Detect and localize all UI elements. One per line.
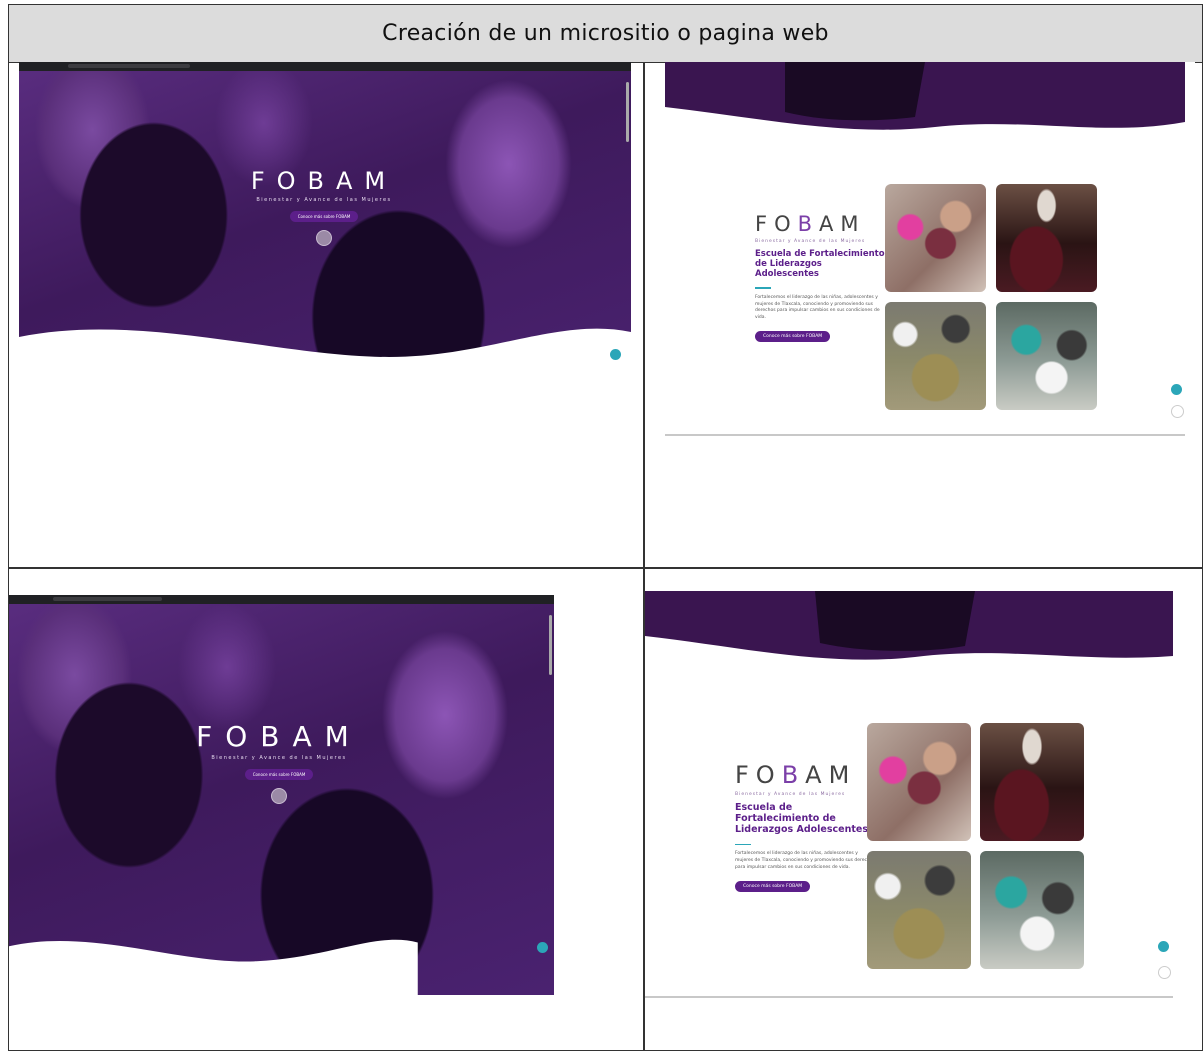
hero-cta-button: Conoce más sobre FOBAM — [289, 211, 359, 222]
header-title: Creación de un micrositio o pagina web — [382, 21, 829, 46]
scroll-down-icon — [271, 788, 287, 804]
hero-cta-button: Conoce más sobre FOBAM — [244, 769, 314, 780]
section-tagline: Bienestar y Avance de las Mujeres — [755, 239, 866, 244]
hero-logo: FOBAM — [250, 167, 398, 195]
gallery-photo-4 — [980, 851, 1084, 969]
gallery-photo-4 — [996, 302, 1097, 410]
browser-toolbar — [9, 595, 554, 604]
gallery-photo-3 — [867, 851, 971, 969]
whatsapp-icon — [537, 942, 548, 953]
whatsapp-icon — [1158, 941, 1169, 952]
scroll-down-icon — [316, 230, 332, 246]
gallery-photo-2 — [996, 184, 1097, 292]
hero-logo-block: FOBAM Bienestar y Avance de las Mujeres … — [219, 167, 429, 246]
section-cta-button: Conoce más sobre FOBAM — [735, 880, 811, 892]
section-paragraph: Fortalecemos el liderazgo de las niñas, … — [755, 294, 880, 321]
gallery-photo-1 — [885, 184, 986, 292]
section-heading: Escuela de Fortalecimiento de Liderazgos… — [735, 802, 868, 835]
accent-bar — [735, 843, 751, 846]
hero-tagline: Bienestar y Avance de las Mujeres — [211, 755, 347, 761]
section-text-block: FOBAM Bienestar y Avance de las Mujeres … — [735, 761, 875, 892]
hero-tagline: Bienestar y Avance de las Mujeres — [256, 197, 392, 203]
wave-divider — [9, 939, 418, 995]
gallery-photo-3 — [885, 302, 986, 410]
browser-toolbar — [19, 62, 631, 71]
whatsapp-icon — [610, 349, 621, 360]
section-heading: Escuela de Fortalecimiento de Liderazgos… — [755, 249, 885, 279]
table-header: Creación de un micrositio o pagina web — [9, 5, 1202, 63]
logo-part-2: B — [781, 761, 806, 789]
logo-part-1: FO — [755, 212, 798, 236]
gallery-photo-2 — [980, 723, 1084, 841]
address-bar — [67, 64, 191, 68]
document-table: Creación de un micrositio o pagina web F… — [8, 4, 1203, 1051]
row-divider — [9, 567, 1202, 569]
section-tagline: Bienestar y Avance de las Mujeres — [735, 792, 846, 797]
section-paragraph: Fortalecemos el liderazgo de las niñas, … — [735, 851, 875, 870]
scroll-top-icon — [1158, 966, 1171, 979]
section-screenshot-bottom-right: FOBAM Bienestar y Avance de las Mujeres … — [645, 591, 1201, 1001]
logo-part-2: B — [797, 212, 820, 236]
hero-screenshot-top-left: FOBAM Bienestar y Avance de las Mujeres … — [19, 62, 631, 402]
footer-rule — [665, 434, 1185, 436]
hero-logo: FOBAM — [196, 720, 362, 753]
wave-divider — [19, 328, 631, 402]
section-logo: FOBAM — [755, 212, 885, 236]
wave-header — [665, 62, 1185, 130]
scrollbar — [626, 82, 629, 142]
accent-bar — [755, 287, 771, 289]
hero-logo-block: FOBAM Bienestar y Avance de las Mujeres … — [179, 720, 379, 804]
whatsapp-icon — [1171, 384, 1182, 395]
gallery-photo-1 — [867, 723, 971, 841]
section-logo: FOBAM — [735, 761, 875, 789]
logo-part-3: AM — [819, 212, 866, 236]
section-screenshot-top-right: FOBAM Bienestar y Avance de las Mujeres … — [665, 62, 1195, 442]
logo-part-3: AM — [805, 761, 857, 789]
address-bar — [52, 597, 162, 601]
scrollbar — [549, 615, 552, 675]
section-text-block: FOBAM Bienestar y Avance de las Mujeres … — [755, 212, 885, 342]
section-cta-button: Conoce más sobre FOBAM — [755, 330, 831, 342]
logo-part-1: FO — [735, 761, 782, 789]
wave-header — [645, 591, 1173, 660]
hero-screenshot-bottom-left: FOBAM Bienestar y Avance de las Mujeres … — [9, 595, 554, 995]
scroll-top-icon — [1171, 405, 1184, 418]
footer-rule — [645, 996, 1173, 998]
